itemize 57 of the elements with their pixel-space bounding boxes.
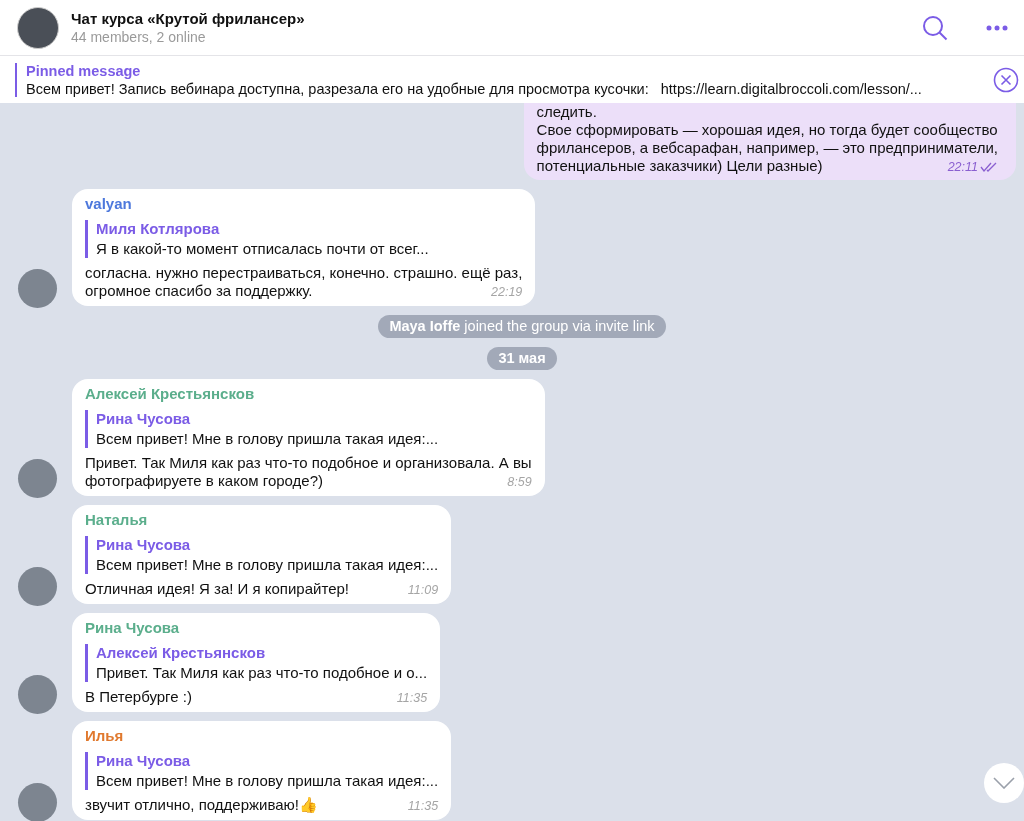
reply-text: Я в какой-то момент отписалась почти от всег... bbox=[96, 240, 430, 258]
date-label: 31 мая bbox=[487, 347, 557, 370]
message-text: Свое сформировать — хорошая идея, но тогда будет сообщество bbox=[536, 121, 998, 139]
message-text: Привет. Так Миля как раз что-то подобное и организовала. А вы bbox=[85, 454, 532, 472]
sender-name: Илья bbox=[85, 727, 125, 745]
message-text: фотографируете в каком городе?) bbox=[85, 472, 324, 490]
message-text: согласна. нужно перестраиваться, конечно. страшно. ещё раз, bbox=[85, 264, 523, 282]
sender-name: valyan bbox=[85, 195, 133, 213]
reply-quote[interactable]: Рина Чусова Всем привет! Мне в голову пришла такая идея:... bbox=[85, 410, 532, 448]
message-text: огромное спасибо за поддержку. bbox=[85, 282, 313, 300]
member-count: 44 members, 2 online bbox=[71, 29, 207, 45]
message-text: В Петербурге :) bbox=[85, 688, 192, 706]
message-time: 11:09 bbox=[407, 582, 439, 598]
avatar[interactable] bbox=[18, 459, 57, 498]
message-text: потенциальные заказчики) Цели разные) bbox=[536, 157, 823, 175]
search-button[interactable] bbox=[922, 14, 948, 41]
reply-text: Всем привет! Мне в голову пришла такая идея:... bbox=[96, 430, 440, 448]
service-message: Maya Ioffe joined the group via invite link bbox=[378, 315, 666, 338]
chat-title: Чат курса «Крутой фрилансер» bbox=[71, 10, 306, 27]
sender-name: Наталья bbox=[85, 511, 149, 529]
reply-author: Алексей Крестьянсков bbox=[96, 644, 267, 662]
chevron-down-icon bbox=[993, 777, 1015, 789]
avatar[interactable] bbox=[18, 675, 57, 714]
message-time: 8:59 bbox=[507, 474, 532, 490]
more-button[interactable] bbox=[986, 24, 1008, 31]
reply-text: Привет. Так Миля как раз что-то подобное и о... bbox=[96, 664, 428, 682]
avatar[interactable] bbox=[18, 269, 57, 308]
chat-avatar[interactable] bbox=[17, 6, 59, 49]
reply-author: Рина Чусова bbox=[96, 536, 192, 554]
close-button[interactable] bbox=[993, 66, 1019, 93]
message-time: 22:11 bbox=[947, 159, 998, 175]
sender-name: Рина Чусова bbox=[85, 619, 181, 637]
pinned-label: Pinned message bbox=[26, 62, 142, 79]
scroll-down-button[interactable] bbox=[984, 763, 1024, 803]
reply-author: Рина Чусова bbox=[96, 410, 192, 428]
pinned-text: Всем привет! Запись вебинара доступна, разрезала его на удобные для просмотра кусочки: https://learn.digitalbroccoli.com/lesson/... bbox=[26, 80, 923, 97]
message-text: звучит отлично, поддерживаю!👍 bbox=[85, 796, 318, 814]
close-icon bbox=[993, 66, 1019, 93]
message-text: следить. bbox=[536, 103, 598, 121]
avatar[interactable] bbox=[18, 783, 57, 821]
message-text: Отличная идея! Я за! И я копирайтер! bbox=[85, 580, 349, 598]
more-icon bbox=[986, 24, 1008, 31]
reply-quote[interactable]: Рина Чусова Всем привет! Мне в голову пришла такая идея:... bbox=[85, 536, 439, 574]
reply-author: Рина Чусова bbox=[96, 752, 192, 770]
reply-quote[interactable]: Алексей Крестьянсков Привет. Так Миля как раз что-то подобное и о... bbox=[85, 644, 428, 682]
reply-author: Миля Котлярова bbox=[96, 220, 221, 238]
sender-name: Алексей Крестьянсков bbox=[85, 385, 256, 403]
message-time: 11:35 bbox=[407, 798, 439, 814]
reply-text: Всем привет! Мне в голову пришла такая идея:... bbox=[96, 772, 439, 790]
message-time: 22:19 bbox=[491, 284, 523, 300]
reply-quote[interactable]: Рина Чусова Всем привет! Мне в голову пришла такая идея:... bbox=[85, 752, 439, 790]
search-icon bbox=[922, 14, 948, 41]
reply-quote[interactable]: Миля Котлярова Я в какой-то момент отписалась почти от всег... bbox=[85, 220, 523, 258]
message-time: 11:35 bbox=[396, 690, 428, 706]
reply-text: Всем привет! Мне в голову пришла такая идея:... bbox=[96, 556, 439, 574]
avatar[interactable] bbox=[18, 567, 57, 606]
message-text: фрилансеров, а вебсарафан, например, — это предприниматели, bbox=[536, 139, 998, 157]
